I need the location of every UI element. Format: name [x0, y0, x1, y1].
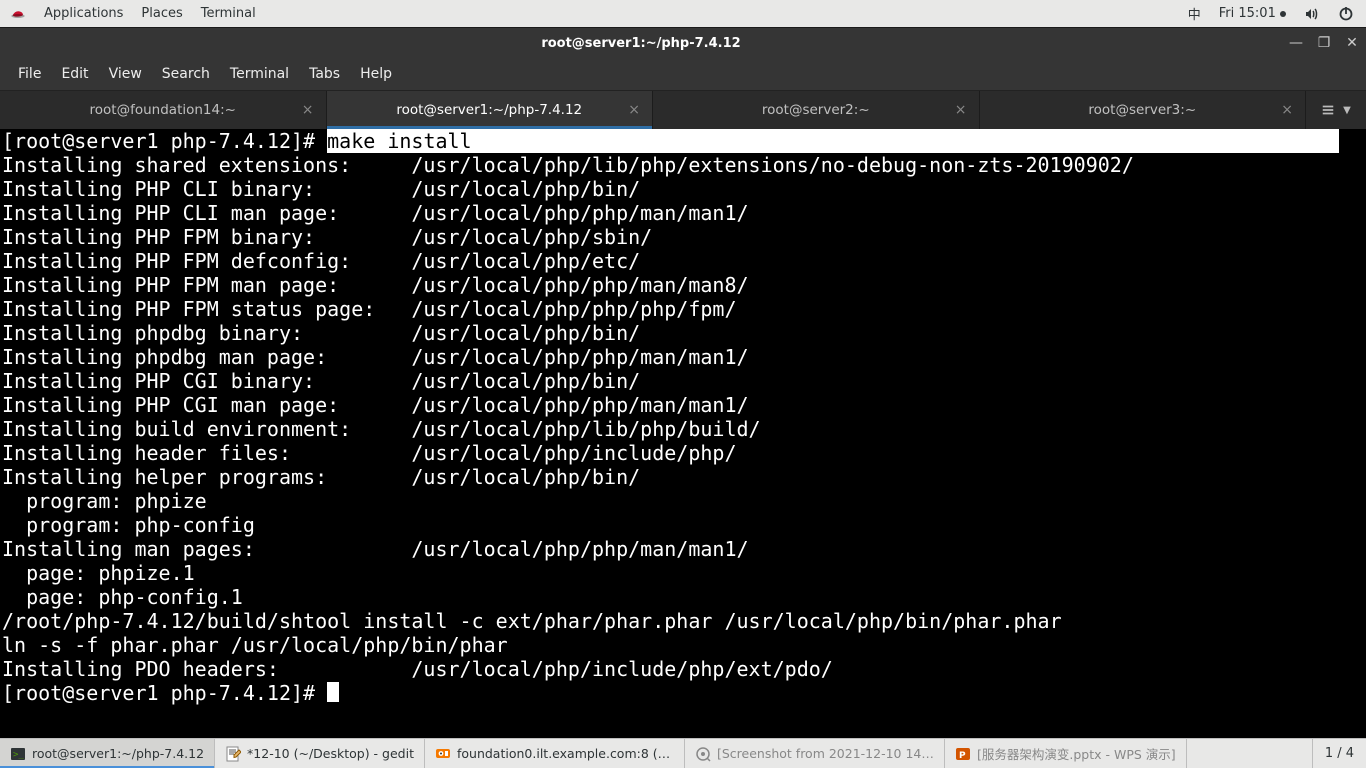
menu-applications[interactable]: Applications [44, 6, 123, 21]
menu-search[interactable]: Search [152, 62, 220, 86]
window-title: root@server1:~/php-7.4.12 [0, 36, 1282, 51]
terminal-output[interactable]: [root@server1 php-7.4.12]# make install … [0, 129, 1366, 705]
taskbar: >_ root@server1:~/php-7.4.12 *12-10 (~/Des… [0, 738, 1366, 768]
tab-server2[interactable]: root@server2:~ × [653, 91, 980, 129]
power-icon[interactable] [1338, 6, 1354, 22]
tab-label: root@server3:~ [1088, 102, 1196, 118]
menu-edit[interactable]: Edit [51, 62, 98, 86]
tab-label: root@foundation14:~ [90, 102, 236, 118]
tabbar: root@foundation14:~ × root@server1:~/php… [0, 91, 1366, 129]
tab-label: root@server2:~ [762, 102, 870, 118]
svg-text:>_: >_ [13, 750, 24, 760]
menu-view[interactable]: View [99, 62, 152, 86]
chevron-down-icon: ▼ [1343, 105, 1351, 116]
task-label: *12-10 (~/Desktop) - gedit [247, 746, 414, 761]
wps-icon: P [955, 746, 971, 762]
close-icon[interactable]: × [1281, 102, 1293, 118]
maximize-button[interactable]: ❐ [1310, 29, 1338, 57]
close-icon[interactable]: × [955, 102, 967, 118]
tab-overflow[interactable]: ▼ [1306, 91, 1366, 129]
terminal-window: root@server1:~/php-7.4.12 — ❐ ✕ File Edi… [0, 27, 1366, 732]
gedit-icon [225, 746, 241, 762]
menu-help[interactable]: Help [350, 62, 402, 86]
task-item[interactable]: P [服务器架构演变.pptx - WPS 演示] [945, 739, 1187, 768]
task-item[interactable]: >_ root@server1:~/php-7.4.12 [0, 739, 215, 768]
svg-text:P: P [959, 751, 966, 761]
task-label: [服务器架构演变.pptx - WPS 演示] [977, 744, 1176, 763]
menu-tabs[interactable]: Tabs [299, 62, 350, 86]
menu-file[interactable]: File [8, 62, 51, 86]
titlebar[interactable]: root@server1:~/php-7.4.12 — ❐ ✕ [0, 27, 1366, 58]
tab-label: root@server1:~/php-7.4.12 [396, 102, 582, 118]
eye-icon [695, 746, 711, 762]
close-button[interactable]: ✕ [1338, 29, 1366, 57]
close-icon[interactable]: × [302, 102, 314, 118]
task-item[interactable]: *12-10 (~/Desktop) - gedit [215, 739, 425, 768]
menubar: File Edit View Search Terminal Tabs Help [0, 58, 1366, 91]
ime-indicator[interactable]: 中 [1188, 4, 1201, 23]
task-label: root@server1:~/php-7.4.12 [32, 746, 204, 761]
tab-server1[interactable]: root@server1:~/php-7.4.12 × [327, 91, 654, 129]
task-label: [Screenshot from 2021-12-10 14-... [717, 746, 934, 761]
close-icon[interactable]: × [628, 102, 640, 118]
clock[interactable]: Fri 15:01 [1219, 6, 1286, 21]
menu-terminal[interactable]: Terminal [220, 62, 299, 86]
task-item[interactable]: [Screenshot from 2021-12-10 14-... [685, 739, 945, 768]
minimize-button[interactable]: — [1282, 29, 1310, 57]
workspace-indicator[interactable]: 1 / 4 [1312, 739, 1366, 768]
tab-server3[interactable]: root@server3:~ × [980, 91, 1307, 129]
volume-icon[interactable] [1304, 6, 1320, 22]
list-icon [1321, 103, 1335, 117]
tab-foundation14[interactable]: root@foundation14:~ × [0, 91, 327, 129]
remote-icon [435, 746, 451, 762]
redhat-icon [10, 6, 26, 22]
task-item[interactable]: foundation0.ilt.example.com:8 (kios... [425, 739, 685, 768]
task-label: foundation0.ilt.example.com:8 (kios... [457, 746, 674, 761]
menu-places[interactable]: Places [141, 6, 182, 21]
menu-terminal-app[interactable]: Terminal [201, 6, 256, 21]
gnome-top-panel: Applications Places Terminal 中 Fri 15:01 [0, 0, 1366, 27]
terminal-icon: >_ [10, 746, 26, 762]
